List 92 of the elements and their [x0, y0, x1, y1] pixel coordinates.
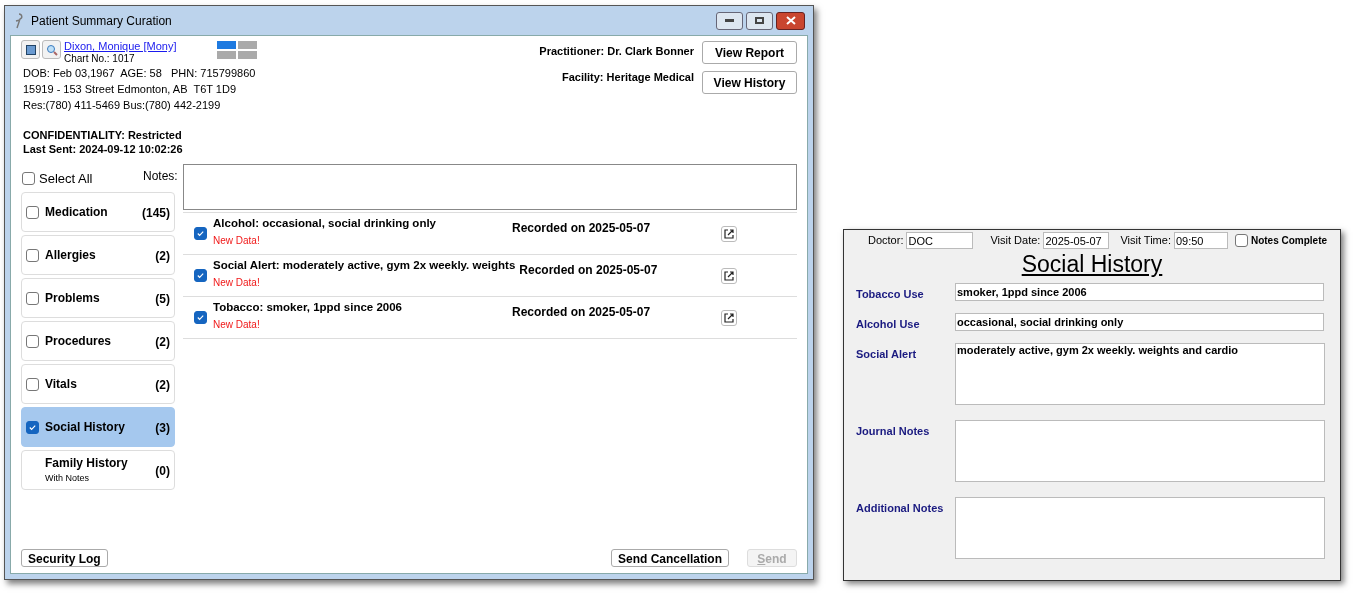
practitioner-label: Practitioner: Dr. Clark Bonner [539, 44, 694, 59]
field-label: Journal Notes [855, 424, 931, 439]
patient-name-link[interactable]: Dixon, Monique [Mony] [64, 40, 177, 53]
category-label: Social History [45, 419, 126, 436]
item-checkbox[interactable] [194, 311, 207, 324]
open-external-button[interactable] [721, 267, 737, 284]
check-icon [196, 271, 205, 280]
item-checkbox[interactable] [194, 227, 207, 240]
notes-complete-checkbox[interactable] [1234, 234, 1248, 247]
category-count: (0) [155, 463, 170, 480]
category-count: (2) [155, 377, 170, 394]
security-log-button[interactable]: Security Log [21, 549, 108, 567]
view-report-button[interactable]: View Report [702, 41, 797, 64]
check-icon [196, 313, 205, 322]
category-item[interactable]: Allergies (2) [21, 235, 175, 275]
field-label: Tobacco Use [855, 287, 925, 302]
notes-complete-label: Notes Complete [1250, 234, 1328, 248]
send-cancellation-button[interactable]: Send Cancellation [610, 549, 729, 567]
field-input[interactable]: smoker, 1ppd since 2006 [955, 283, 1324, 301]
minimize-button[interactable] [716, 11, 743, 30]
category-label: Vitals [45, 376, 77, 393]
visit-date-label: Visit Date: [990, 233, 1041, 249]
category-count: (2) [155, 248, 170, 265]
layout-grid-icon[interactable] [216, 41, 257, 59]
open-external-button[interactable] [721, 225, 737, 242]
close-icon [785, 16, 796, 25]
dob-line: DOB: Feb 03,1967 AGE: 58 PHN: 715799860 [23, 66, 257, 81]
item-text: Alcohol: occasional, social drinking only [213, 216, 437, 232]
chart-number: Chart No.: 1017 [64, 53, 136, 65]
category-item[interactable]: Social History (3) [21, 407, 175, 447]
category-label: Procedures [45, 333, 112, 350]
open-external-button[interactable] [721, 309, 737, 326]
category-count: (5) [155, 291, 170, 308]
app-icon [13, 12, 25, 29]
field-textarea[interactable] [955, 497, 1325, 559]
checkbox[interactable] [26, 205, 39, 219]
checkbox[interactable] [26, 377, 39, 391]
checkbox[interactable] [26, 420, 39, 434]
window-title: Patient Summary Curation [31, 12, 172, 30]
check-icon [28, 422, 37, 432]
search-icon [45, 43, 58, 56]
new-data-label: New Data! [213, 275, 261, 290]
close-button[interactable] [776, 11, 805, 30]
field-label: Social Alert [855, 347, 918, 362]
category-item[interactable]: Vitals (2) [21, 364, 175, 404]
checkbox[interactable] [26, 291, 39, 305]
notes-label: Notes: [143, 168, 179, 185]
doctor-label: Doctor: [868, 233, 904, 249]
maximize-button[interactable] [746, 11, 773, 30]
select-all-checkbox[interactable] [22, 172, 35, 185]
category-subtitle: With Notes [45, 472, 90, 486]
recorded-date: Recorded on 2025-05-07 [512, 304, 651, 321]
panel-toggle-button[interactable] [21, 40, 40, 59]
recorded-date: Recorded on 2025-05-07 [519, 262, 658, 279]
checkbox[interactable] [26, 334, 39, 348]
new-data-label: New Data! [213, 233, 261, 248]
select-all-label: Select All [39, 169, 93, 188]
category-label: Medication [45, 204, 108, 221]
phone-line: Res:(780) 411-5469 Bus:(780) 442-2199 [23, 98, 222, 113]
category-item[interactable]: Medication (145) [21, 192, 175, 232]
category-label: Problems [45, 290, 100, 307]
view-history-button[interactable]: View History [702, 71, 797, 94]
category-count: (2) [155, 334, 170, 351]
item-text: Social Alert: moderately active, gym 2x weekly. weights [213, 258, 516, 274]
checkbox[interactable] [26, 248, 39, 262]
category-count: (145) [142, 205, 170, 222]
category-count: (3) [155, 420, 170, 437]
new-data-label: New Data! [213, 317, 261, 332]
facility-label: Facility: Heritage Medical [561, 69, 694, 85]
visit-time-field[interactable]: 09:50 [1173, 232, 1228, 249]
address-line: 15919 - 153 Street Edmonton, AB T6T 1D9 [23, 82, 237, 97]
check-icon [196, 229, 205, 238]
category-label: Family History [45, 455, 128, 473]
visit-date-field[interactable]: 2025-05-07 [1043, 232, 1110, 249]
field-label: Additional Notes [855, 501, 945, 516]
category-item[interactable]: Procedures (2) [21, 321, 175, 361]
item-checkbox[interactable] [194, 269, 207, 282]
doctor-field[interactable]: DOC [906, 232, 974, 249]
last-sent-label: Last Sent: 2024-09-12 10:02:26 [23, 142, 184, 156]
field-input[interactable]: occasional, social drinking only [955, 313, 1324, 331]
item-text: Tobacco: smoker, 1ppd since 2006 [213, 300, 403, 316]
notes-field[interactable] [183, 164, 797, 210]
form-title: Social History [1021, 250, 1163, 278]
field-label: Alcohol Use [855, 317, 921, 332]
category-item[interactable]: Problems (5) [21, 278, 175, 318]
confidentiality-label: CONFIDENTIALITY: Restricted [23, 128, 183, 142]
visit-time-label: Visit Time: [1120, 233, 1171, 249]
field-textarea[interactable] [955, 420, 1325, 482]
category-item[interactable]: Family History With Notes (0) [21, 450, 175, 490]
field-textarea[interactable]: moderately active, gym 2x weekly. weights and cardio [955, 343, 1325, 405]
recorded-date: Recorded on 2025-05-07 [512, 220, 651, 237]
category-label: Allergies [45, 247, 96, 264]
